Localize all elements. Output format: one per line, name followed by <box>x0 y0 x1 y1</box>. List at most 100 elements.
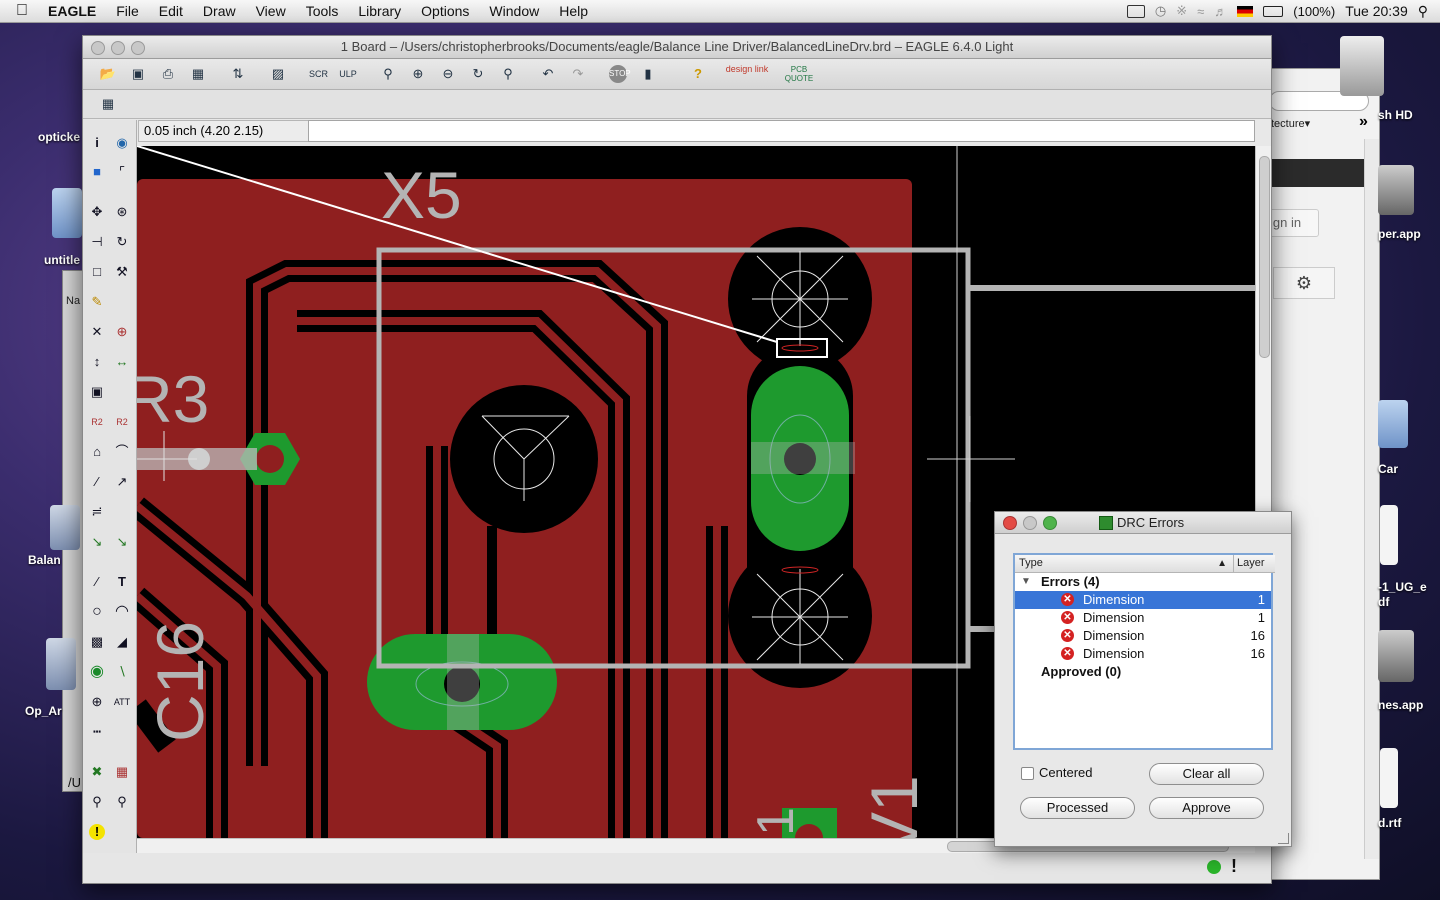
desktop-label-hd[interactable]: sh HD <box>1378 108 1413 122</box>
desktop-label-per-app[interactable]: per.app <box>1378 227 1421 241</box>
errors-group[interactable]: ▼ Errors (4) <box>1015 573 1271 591</box>
errors-icon[interactable]: ! <box>89 824 105 840</box>
document-icon[interactable] <box>1380 505 1398 565</box>
ripup-icon[interactable]: ↘ <box>111 531 133 553</box>
rect-icon[interactable]: ▩ <box>86 631 108 653</box>
script-icon[interactable]: SCR <box>309 65 328 83</box>
bluetooth-icon[interactable]: ※ <box>1176 3 1187 19</box>
drc-icon[interactable]: ⚲ <box>111 791 133 813</box>
minimize-button[interactable] <box>111 41 125 55</box>
volume-icon[interactable]: ♬ <box>1214 4 1227 19</box>
open-icon[interactable]: 📂 <box>99 65 117 83</box>
ulp-icon[interactable]: ULP <box>339 65 357 83</box>
dimension-icon[interactable]: ┅ <box>86 721 108 743</box>
scroll-thumb[interactable] <box>1259 156 1270 358</box>
centered-checkbox[interactable] <box>1021 767 1034 780</box>
menu-options[interactable]: Options <box>411 3 479 19</box>
text-icon[interactable]: T <box>111 571 133 593</box>
arc-icon[interactable]: ◠ <box>111 601 133 623</box>
undo-icon[interactable]: ↶ <box>539 65 557 83</box>
wire-icon[interactable]: ∕ <box>86 571 108 593</box>
browser-scrollbar[interactable] <box>1364 139 1379 859</box>
spotlight-icon[interactable]: ⚲ <box>1418 3 1428 20</box>
approve-button[interactable]: Approve <box>1149 797 1264 819</box>
desktop-label-ug[interactable]: -1_UG_e <box>1378 580 1427 594</box>
menu-window[interactable]: Window <box>479 3 549 19</box>
column-layer[interactable]: Layer <box>1233 555 1275 573</box>
app-icon[interactable] <box>1378 630 1414 682</box>
desktop-label-rtf[interactable]: d.rtf <box>1378 816 1401 830</box>
autorouter-icon[interactable]: ▦ <box>111 761 133 783</box>
smash-icon[interactable]: R2 <box>86 411 108 433</box>
dialog-titlebar[interactable]: DRC Errors <box>995 512 1291 534</box>
menu-library[interactable]: Library <box>348 3 411 19</box>
optimize-icon[interactable]: ↗ <box>111 471 133 493</box>
error-row[interactable]: ✕ Dimension 1 <box>1015 591 1271 609</box>
print-icon[interactable]: ⎙ <box>159 65 177 83</box>
signal-icon[interactable]: ↘ <box>86 531 108 553</box>
copy-icon[interactable]: ⊛ <box>111 201 133 223</box>
lock-icon[interactable]: ▣ <box>86 381 108 403</box>
menu-view[interactable]: View <box>246 3 296 19</box>
menu-app-eagle[interactable]: EAGLE <box>38 3 106 19</box>
pcb-quote-logo[interactable]: PCB QUOTE <box>779 65 819 83</box>
menu-tools[interactable]: Tools <box>296 3 349 19</box>
zoom-out-icon[interactable]: ⊖ <box>439 65 457 83</box>
menu-file[interactable]: File <box>106 3 149 19</box>
designlink-logo[interactable]: design link <box>725 65 769 83</box>
change-icon[interactable]: ⚒ <box>111 261 133 283</box>
document-icon[interactable] <box>1380 748 1398 808</box>
battery-icon[interactable] <box>1263 5 1284 17</box>
zoom-button[interactable] <box>1043 516 1057 530</box>
help-icon[interactable]: ? <box>689 65 707 83</box>
ratsnest-icon[interactable]: ✖ <box>86 761 108 783</box>
window-titlebar[interactable]: 1 Board – /Users/christopherbrooks/Docum… <box>83 36 1271 59</box>
zoom-select-icon[interactable]: ⚲ <box>499 65 517 83</box>
desktop-label-balan[interactable]: Balan <box>28 553 61 567</box>
desktop-label-nes-app[interactable]: nes.app <box>1378 698 1423 712</box>
hole-icon[interactable]: ⊕ <box>86 691 108 713</box>
redraw-icon[interactable]: ↻ <box>469 65 487 83</box>
clock[interactable]: Tue 20:39 <box>1345 3 1408 19</box>
bookmark-tab[interactable]: tecture▾ <box>1271 117 1310 130</box>
display-icon[interactable]: ■ <box>86 161 108 183</box>
error-tree[interactable]: Type ▲ Layer ▼ Errors (4) ✕ Dimension 1 … <box>1013 553 1275 750</box>
hard-disk-icon[interactable] <box>1340 36 1384 96</box>
library-icon[interactable]: ▨ <box>269 65 287 83</box>
show-icon[interactable]: ◉ <box>111 132 133 154</box>
mark-icon[interactable]: ⌜ <box>111 161 133 183</box>
redo-icon[interactable]: ↷ <box>569 65 587 83</box>
board-switch-icon[interactable]: ⇅ <box>229 65 247 83</box>
error-row[interactable]: ✕ Dimension 16 <box>1015 627 1271 645</box>
close-button[interactable] <box>1003 516 1017 530</box>
split-icon[interactable]: ⌂ <box>86 441 108 463</box>
zoom-in-icon[interactable]: ⊕ <box>409 65 427 83</box>
status-icon[interactable] <box>1126 4 1145 18</box>
stop-icon[interactable]: STOP <box>609 65 631 83</box>
zoom-fit-icon[interactable]: ⚲ <box>379 65 397 83</box>
move-icon[interactable]: ✥ <box>86 201 108 223</box>
mirror-icon[interactable]: ⊣ <box>86 231 108 253</box>
polygon-icon[interactable]: ◢ <box>111 631 133 653</box>
folder-icon[interactable] <box>1378 400 1408 448</box>
folder-icon[interactable] <box>52 188 82 238</box>
error-row[interactable]: ✕ Dimension 1 <box>1015 609 1271 627</box>
disclosure-triangle-icon[interactable]: ▼ <box>1021 573 1031 591</box>
processed-button[interactable]: Processed <box>1020 797 1135 819</box>
menu-draw[interactable]: Draw <box>193 3 246 19</box>
wifi-icon[interactable]: ≈ <box>1197 4 1204 19</box>
paste-icon[interactable]: ✎ <box>86 291 108 313</box>
desktop-label-untitle[interactable]: untitle <box>44 253 80 267</box>
document-icon[interactable] <box>46 638 76 690</box>
gear-icon[interactable]: ⚙ <box>1273 267 1335 299</box>
save-icon[interactable]: ▣ <box>129 65 147 83</box>
group-icon[interactable]: □ <box>86 261 108 283</box>
command-line[interactable] <box>308 120 1255 142</box>
time-machine-icon[interactable]: ◷ <box>1155 3 1166 19</box>
column-type[interactable]: Type ▲ <box>1015 555 1233 573</box>
cam-icon[interactable]: ▦ <box>189 65 207 83</box>
app-icon[interactable] <box>1378 165 1414 215</box>
replace-icon[interactable]: ↔ <box>111 351 133 373</box>
clear-all-button[interactable]: Clear all <box>1149 763 1264 785</box>
info-icon[interactable]: i <box>86 132 108 154</box>
